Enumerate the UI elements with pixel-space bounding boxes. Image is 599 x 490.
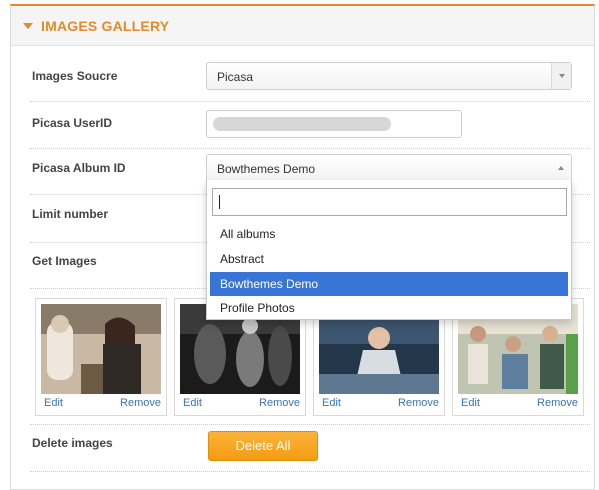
panel-title: IMAGES GALLERY xyxy=(41,17,170,34)
images-source-select[interactable]: Picasa xyxy=(206,62,572,90)
remove-link[interactable]: Remove xyxy=(537,397,578,409)
images-source-label: Images Soucre xyxy=(32,69,118,83)
edit-link[interactable]: Edit xyxy=(44,397,63,409)
album-dropdown-list: All albums Abstract Bowthemes Demo Profi… xyxy=(206,180,572,320)
limit-number-label: Limit number xyxy=(32,207,109,221)
remove-link[interactable]: Remove xyxy=(398,397,439,409)
delete-all-button[interactable]: Delete All xyxy=(208,431,318,461)
picasa-album-label: Picasa Album ID xyxy=(32,161,126,175)
images-gallery-panel: IMAGES GALLERY Images Soucre Picasa Pica… xyxy=(10,4,595,490)
picasa-album-select[interactable]: Bowthemes Demo xyxy=(206,154,572,182)
dropdown-option-profile-photos[interactable]: Profile Photos xyxy=(210,296,568,320)
thumbnail-image[interactable] xyxy=(41,304,161,394)
edit-link[interactable]: Edit xyxy=(183,397,202,409)
edit-link[interactable]: Edit xyxy=(461,397,480,409)
dropdown-option-abstract[interactable]: Abstract xyxy=(210,247,568,271)
chevron-up-icon[interactable] xyxy=(551,155,571,181)
edit-link[interactable]: Edit xyxy=(322,397,341,409)
collapse-caret-icon[interactable] xyxy=(23,23,33,29)
chevron-down-icon[interactable] xyxy=(551,63,571,89)
text-cursor xyxy=(219,195,220,209)
images-source-value: Picasa xyxy=(217,70,254,84)
divider xyxy=(30,424,590,425)
divider xyxy=(30,101,590,102)
get-images-label: Get Images xyxy=(32,254,97,268)
panel-header[interactable]: IMAGES GALLERY xyxy=(11,6,594,46)
remove-link[interactable]: Remove xyxy=(259,397,300,409)
thumbnail-card: Edit Remove xyxy=(35,298,167,416)
delete-images-label: Delete images xyxy=(32,436,113,450)
divider xyxy=(30,148,590,149)
picasa-album-value: Bowthemes Demo xyxy=(217,162,316,176)
dropdown-search-input[interactable] xyxy=(212,188,567,216)
dropdown-option-all-albums[interactable]: All albums xyxy=(210,222,568,246)
redacted-userid xyxy=(213,117,391,131)
picasa-userid-input[interactable] xyxy=(206,110,462,138)
divider xyxy=(30,471,590,472)
dropdown-option-bowthemes-demo[interactable]: Bowthemes Demo xyxy=(210,272,568,296)
remove-link[interactable]: Remove xyxy=(120,397,161,409)
picasa-userid-label: Picasa UserID xyxy=(32,116,113,130)
